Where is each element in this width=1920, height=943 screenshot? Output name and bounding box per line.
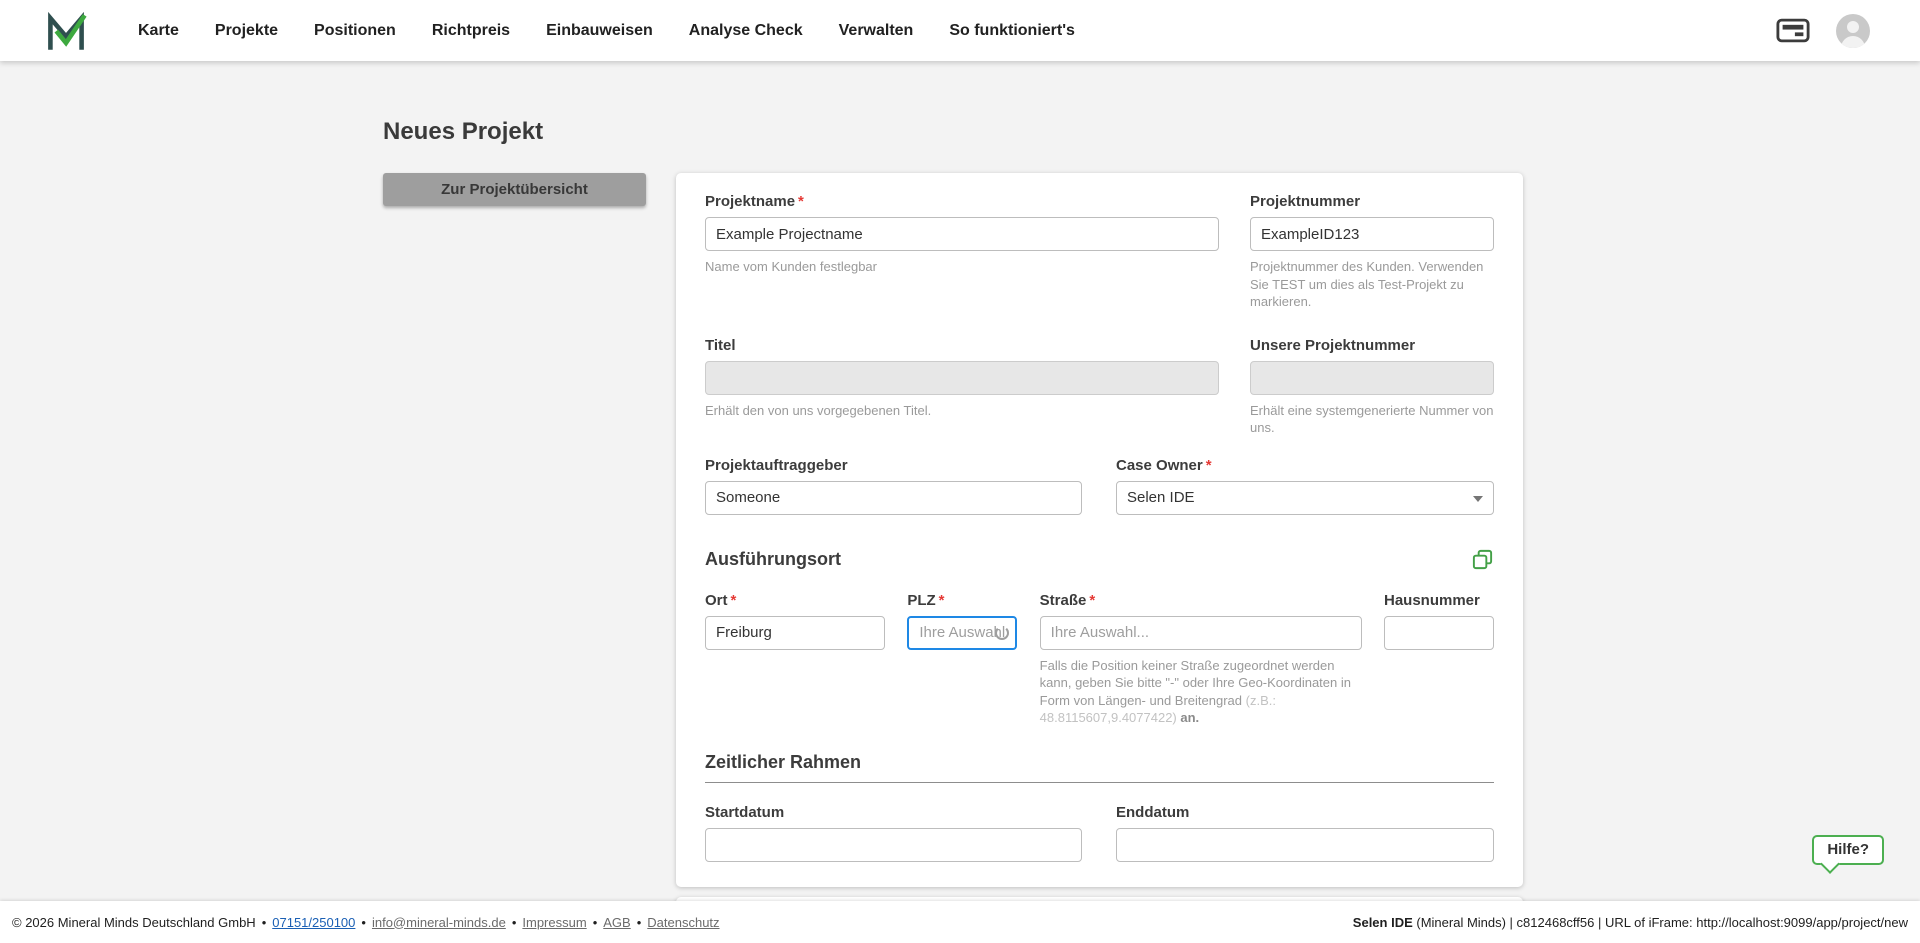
mineral-minds-logo[interactable]: [44, 9, 88, 53]
startdatum-input[interactable]: [705, 828, 1082, 862]
unsere-projektnummer-input: [1250, 361, 1494, 395]
field-startdatum: Startdatum: [705, 804, 1082, 862]
device-terminal-icon[interactable]: [1776, 18, 1810, 43]
field-unsere-projektnummer: Unsere Projektnummer Erhält eine systemg…: [1250, 337, 1494, 437]
footer-copyright: © 2026 Mineral Minds Deutschland GmbH: [12, 915, 256, 930]
strasse-label: Straße*: [1040, 592, 1362, 609]
field-case-owner: Case Owner* Selen IDE: [1116, 457, 1494, 515]
back-to-projects-button[interactable]: Zur Projektübersicht: [383, 173, 646, 206]
strasse-input[interactable]: [1040, 616, 1362, 650]
footer-agb-link[interactable]: AGB: [603, 915, 630, 930]
footer-separator: •: [593, 915, 598, 930]
section-divider: [705, 782, 1494, 783]
field-strasse: Straße* Falls die Position keiner Straße…: [1040, 592, 1362, 727]
unsere-projektnummer-helper: Erhält eine systemgenerierte Nummer von …: [1250, 402, 1494, 437]
field-enddatum: Enddatum: [1116, 804, 1494, 862]
field-hausnummer: Hausnummer: [1384, 592, 1494, 650]
user-avatar[interactable]: [1836, 14, 1870, 48]
case-owner-label: Case Owner*: [1116, 457, 1494, 474]
nav-item-einbauweisen[interactable]: Einbauweisen: [546, 22, 653, 40]
footer-separator: •: [512, 915, 517, 930]
projektauftraggeber-label: Projektauftraggeber: [705, 457, 1082, 474]
nav-item-positionen[interactable]: Positionen: [314, 22, 396, 40]
case-owner-value: Selen IDE: [1127, 489, 1195, 506]
footer-impressum-link[interactable]: Impressum: [522, 915, 586, 930]
nav-item-so-funktionierts[interactable]: So funktioniert's: [949, 22, 1075, 40]
main-nav: Karte Projekte Positionen Richtpreis Ein…: [138, 22, 1075, 40]
footer-separator: •: [262, 915, 267, 930]
hausnummer-input[interactable]: [1384, 616, 1494, 650]
field-projektauftraggeber: Projektauftraggeber: [705, 457, 1082, 515]
projektnummer-helper: Projektnummer des Kunden. Verwenden Sie …: [1250, 258, 1494, 311]
case-owner-select[interactable]: Selen IDE: [1116, 481, 1494, 515]
nav-item-verwalten[interactable]: Verwalten: [839, 22, 914, 40]
titel-label: Titel: [705, 337, 1219, 354]
nav-item-karte[interactable]: Karte: [138, 22, 179, 40]
navbar-actions: [1776, 14, 1870, 48]
field-plz: PLZ*: [907, 592, 1017, 650]
footer-datenschutz-link[interactable]: Datenschutz: [647, 915, 719, 930]
nav-item-projekte[interactable]: Projekte: [215, 22, 278, 40]
field-titel: Titel Erhält den von uns vorgegebenen Ti…: [705, 337, 1219, 420]
projektauftraggeber-input[interactable]: [705, 481, 1082, 515]
top-navbar: Karte Projekte Positionen Richtpreis Ein…: [0, 0, 1920, 61]
plz-label: PLZ*: [907, 592, 1017, 609]
projektname-input[interactable]: [705, 217, 1219, 251]
strasse-helper: Falls die Position keiner Straße zugeord…: [1040, 657, 1362, 727]
required-marker: *: [939, 592, 945, 609]
field-projektname: Projektname* Name vom Kunden festlegbar: [705, 193, 1219, 276]
field-projektnummer: Projektnummer Projektnummer des Kunden. …: [1250, 193, 1494, 311]
footer-left: © 2026 Mineral Minds Deutschland GmbH • …: [12, 915, 720, 930]
footer-phone-link[interactable]: 07151/250100: [272, 915, 355, 930]
required-marker: *: [1089, 592, 1095, 609]
projektname-label: Projektname*: [705, 193, 1219, 210]
footer-separator: •: [361, 915, 366, 930]
nav-item-richtpreis[interactable]: Richtpreis: [432, 22, 510, 40]
projektnummer-input[interactable]: [1250, 217, 1494, 251]
ort-input[interactable]: [705, 616, 885, 650]
page-title: Neues Projekt: [383, 118, 1523, 146]
startdatum-label: Startdatum: [705, 804, 1082, 821]
help-button[interactable]: Hilfe?: [1812, 835, 1884, 865]
enddatum-input[interactable]: [1116, 828, 1494, 862]
nav-item-analyse-check[interactable]: Analyse Check: [689, 22, 803, 40]
required-marker: *: [1206, 457, 1212, 474]
enddatum-label: Enddatum: [1116, 804, 1494, 821]
hausnummer-label: Hausnummer: [1384, 592, 1494, 609]
footer-email-link[interactable]: info@mineral-minds.de: [372, 915, 506, 930]
main-content: Neues Projekt Zur Projektübersicht Proje…: [383, 118, 1523, 912]
footer-separator: •: [637, 915, 642, 930]
copy-icon[interactable]: [1471, 548, 1494, 571]
zeitlicher-rahmen-heading: Zeitlicher Rahmen: [705, 752, 1494, 773]
required-marker: *: [798, 193, 804, 210]
field-ort: Ort*: [705, 592, 885, 650]
ausfuehrungsort-heading: Ausführungsort: [705, 549, 841, 570]
unsere-projektnummer-label: Unsere Projektnummer: [1250, 337, 1494, 354]
footer-session-info: Selen IDE (Mineral Minds) | c812468cff56…: [1353, 915, 1908, 930]
new-project-form-card: Projektname* Name vom Kunden festlegbar …: [676, 173, 1523, 887]
footer: © 2026 Mineral Minds Deutschland GmbH • …: [0, 901, 1920, 943]
required-marker: *: [731, 592, 737, 609]
projektname-helper: Name vom Kunden festlegbar: [705, 258, 1219, 276]
projektnummer-label: Projektnummer: [1250, 193, 1494, 210]
chevron-down-icon: [1473, 496, 1483, 502]
titel-input: [705, 361, 1219, 395]
ort-label: Ort*: [705, 592, 885, 609]
titel-helper: Erhält den von uns vorgegebenen Titel.: [705, 402, 1219, 420]
